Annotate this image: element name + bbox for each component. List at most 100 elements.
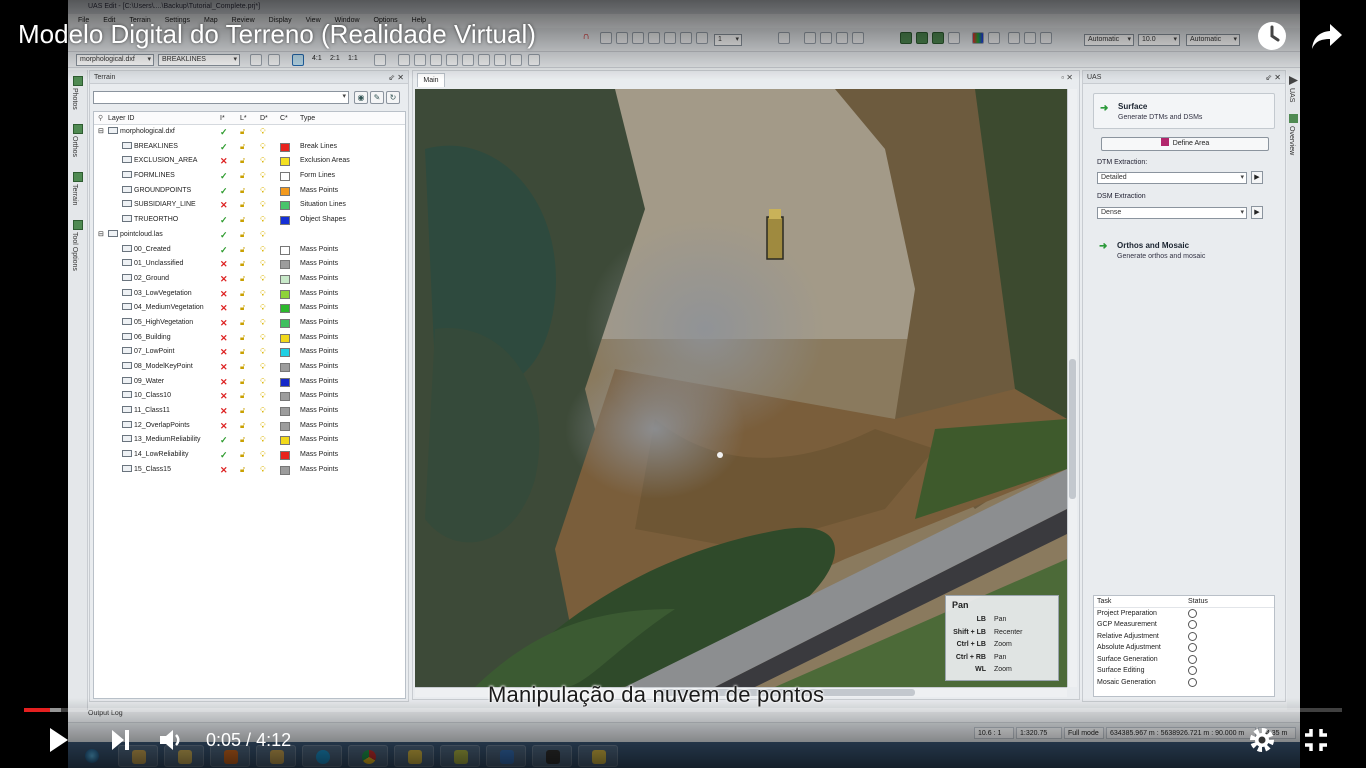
col-visible[interactable]: I* xyxy=(220,112,225,125)
taskbar-app4-icon[interactable] xyxy=(486,745,526,767)
taskbar-uas-edit-icon[interactable] xyxy=(578,745,618,767)
next-icon[interactable] xyxy=(110,726,132,754)
hidden-cross-icon[interactable]: ✕ xyxy=(220,316,228,331)
layer-color-swatch[interactable] xyxy=(280,451,290,461)
collapse-icon[interactable]: ⊟ xyxy=(98,125,104,140)
uas-panel-controls[interactable]: ⇙ ✕ xyxy=(1265,71,1281,84)
tab-photos[interactable]: Photos xyxy=(71,88,78,110)
auto-combo-1[interactable]: Automatic xyxy=(1084,34,1134,46)
arrow-left-icon[interactable] xyxy=(616,32,628,44)
bulb-icon[interactable]: 💡︎ xyxy=(260,154,266,169)
measure-icon[interactable] xyxy=(374,54,386,66)
hidden-cross-icon[interactable]: ✕ xyxy=(220,272,228,287)
lock-tool-icon[interactable] xyxy=(778,32,790,44)
col-layer-id[interactable]: Layer ID xyxy=(108,112,134,125)
value-combo[interactable]: 10.0 xyxy=(1138,34,1180,46)
hidden-cross-icon[interactable]: ✕ xyxy=(220,389,228,404)
tool-options-tab-icon[interactable] xyxy=(73,220,83,230)
start-button[interactable] xyxy=(72,745,112,767)
bulb-icon[interactable]: 💡︎ xyxy=(260,287,266,302)
layer-color-swatch[interactable] xyxy=(280,436,290,446)
magnet-icon[interactable]: ∩ xyxy=(580,32,592,44)
taskbar-app3-icon[interactable] xyxy=(440,745,480,767)
layer-row[interactable]: 00_Created ✓ 🔓︎ 💡︎ Mass Points xyxy=(94,243,405,258)
lock-icon[interactable]: 🔓︎ xyxy=(240,228,245,243)
layer-combo[interactable]: morphological.dxf xyxy=(76,54,154,66)
view-shade-icon[interactable] xyxy=(948,32,960,44)
frame-4-icon[interactable] xyxy=(446,54,458,66)
watch-later-icon[interactable] xyxy=(1256,20,1288,52)
taskbar-skype-icon[interactable] xyxy=(302,745,342,767)
bulb-icon[interactable]: 💡︎ xyxy=(260,125,266,140)
bulb-icon[interactable]: 💡︎ xyxy=(260,272,266,287)
layer-row[interactable]: 09_Water ✕ 🔓︎ 💡︎ Mass Points xyxy=(94,375,405,390)
terrain-filter-combo[interactable] xyxy=(93,91,349,104)
toolbar-number-field[interactable]: 1 xyxy=(714,34,742,46)
dsm-extraction-select[interactable]: Dense xyxy=(1097,207,1247,219)
grid-tool-icon[interactable] xyxy=(820,32,832,44)
layer-row[interactable]: TRUEORTHO ✓ 🔓︎ 💡︎ Object Shapes xyxy=(94,213,405,228)
arrow-join-icon[interactable] xyxy=(648,32,660,44)
layer-color-swatch[interactable] xyxy=(280,318,290,328)
frame-icon[interactable] xyxy=(398,54,410,66)
snap-icon[interactable] xyxy=(600,32,612,44)
layer-color-swatch[interactable] xyxy=(280,157,290,167)
visible-check-icon[interactable]: ✓ xyxy=(220,169,228,184)
dtm-run-button[interactable]: ▶ xyxy=(1251,171,1263,184)
frame-8-icon[interactable] xyxy=(510,54,522,66)
layer-color-swatch[interactable] xyxy=(280,333,290,343)
zoom-extent-icon[interactable] xyxy=(292,54,304,66)
tab-tool-options[interactable]: Tool Options xyxy=(71,232,78,271)
lock-icon[interactable]: 🔓︎ xyxy=(240,389,245,404)
lock-icon[interactable]: 🔓︎ xyxy=(240,419,245,434)
lock-icon[interactable]: 🔓︎ xyxy=(240,184,245,199)
layer-row[interactable]: 01_Unclassified ✕ 🔓︎ 💡︎ Mass Points xyxy=(94,257,405,272)
video-title[interactable]: Modelo Digital do Terreno (Realidade Vir… xyxy=(18,19,536,50)
orthos-title[interactable]: Orthos and Mosaic xyxy=(1117,241,1189,250)
layer-row[interactable]: 11_Class11 ✕ 🔓︎ 💡︎ Mass Points xyxy=(94,404,405,419)
dsm-run-button[interactable]: ▶ xyxy=(1251,206,1263,219)
layer-row[interactable]: 06_Building ✕ 🔓︎ 💡︎ Mass Points xyxy=(94,331,405,346)
layer-color-swatch[interactable] xyxy=(280,186,290,196)
layer-color-swatch[interactable] xyxy=(280,363,290,372)
layer-color-swatch[interactable] xyxy=(280,407,290,417)
lock-icon[interactable]: 🔓︎ xyxy=(240,404,245,419)
display-mode-2-icon[interactable] xyxy=(1024,32,1036,44)
layer-row[interactable]: BREAKLINES ✓ 🔓︎ 💡︎ Break Lines xyxy=(94,140,405,155)
target-icon[interactable]: ◉ xyxy=(354,91,368,104)
display-mode-3-icon[interactable] xyxy=(1040,32,1052,44)
scale-4-1[interactable]: 4:1 xyxy=(312,55,322,62)
bulb-icon[interactable]: 💡︎ xyxy=(260,184,266,199)
view-dtm-icon[interactable] xyxy=(932,32,944,44)
shape-tool-icon[interactable] xyxy=(836,32,848,44)
layer-color-swatch[interactable] xyxy=(280,216,290,226)
bulb-icon[interactable]: 💡︎ xyxy=(260,463,266,478)
layer-color-swatch[interactable] xyxy=(280,392,290,402)
select-icon[interactable] xyxy=(250,54,262,66)
node-icon[interactable] xyxy=(680,32,692,44)
layers-tool-icon[interactable] xyxy=(804,32,816,44)
bulb-icon[interactable]: 💡︎ xyxy=(260,331,266,346)
visible-check-icon[interactable]: ✓ xyxy=(220,243,228,258)
volume-icon[interactable] xyxy=(158,726,184,754)
col-type[interactable]: Type xyxy=(300,112,315,125)
taskbar-chrome-icon[interactable] xyxy=(348,745,388,767)
lock-icon[interactable]: 🔓︎ xyxy=(240,243,245,258)
layer-color-swatch[interactable] xyxy=(280,304,290,314)
col-locked[interactable]: L* xyxy=(240,112,247,125)
layer-row[interactable]: 03_LowVegetation ✕ 🔓︎ 💡︎ Mass Points xyxy=(94,287,405,302)
bulb-icon[interactable]: 💡︎ xyxy=(260,228,266,243)
check-tool-icon[interactable] xyxy=(696,32,708,44)
lock-icon[interactable]: 🔓︎ xyxy=(240,257,245,272)
layer-row[interactable]: 02_Ground ✕ 🔓︎ 💡︎ Mass Points xyxy=(94,272,405,287)
layer-row[interactable]: 10_Class10 ✕ 🔓︎ 💡︎ Mass Points xyxy=(94,389,405,404)
layer-row[interactable]: 12_OverlapPoints ✕ 🔓︎ 💡︎ Mass Points xyxy=(94,419,405,434)
lock-icon[interactable]: 🔓︎ xyxy=(240,198,245,213)
curve-tool-icon[interactable] xyxy=(852,32,864,44)
hidden-cross-icon[interactable]: ✕ xyxy=(220,360,228,375)
orthos-tab-icon[interactable] xyxy=(73,124,83,134)
view-ortho-icon[interactable] xyxy=(900,32,912,44)
layer-color-swatch[interactable] xyxy=(280,172,290,182)
overview-tab-icon[interactable] xyxy=(1289,114,1298,123)
bulb-icon[interactable]: 💡︎ xyxy=(260,345,266,360)
